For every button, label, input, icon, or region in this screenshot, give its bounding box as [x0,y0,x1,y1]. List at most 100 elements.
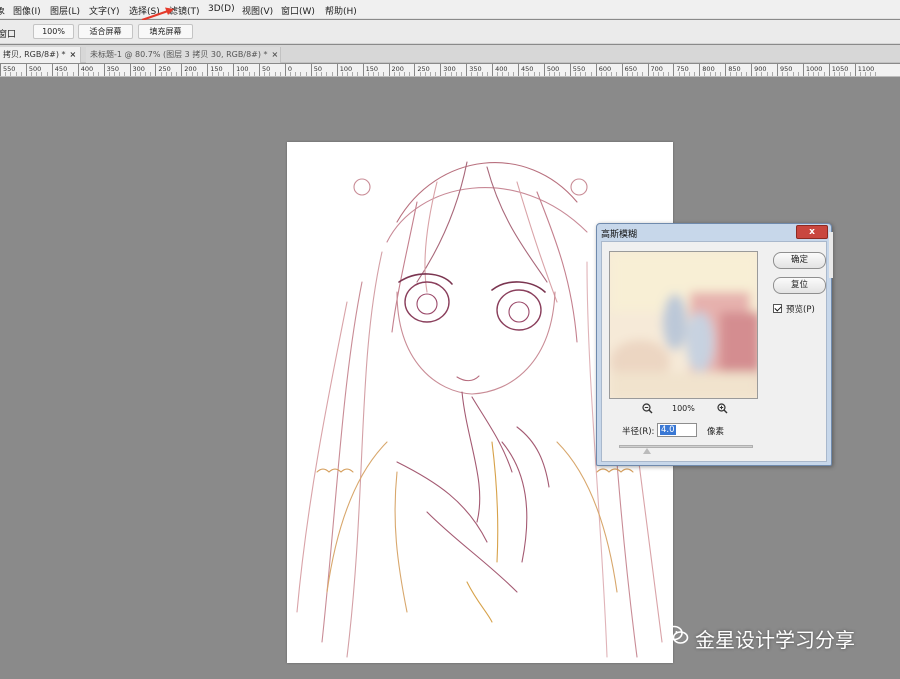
ruler-tick: 400 [492,64,508,76]
zoom-100-button[interactable]: 100% [33,24,74,39]
ruler-minor-tick [243,72,245,76]
menu-item-view[interactable]: 视图(V) [242,4,273,17]
ruler-minor-tick [823,72,825,76]
blur-preview-image [610,252,757,398]
blur-preview[interactable] [609,251,758,399]
ruler-minor-tick [119,72,121,76]
ruler-minor-tick [652,72,654,76]
ruler-tick: 450 [51,64,67,76]
ruler-tick: 200 [181,64,197,76]
ruler-minor-tick [20,72,22,76]
dialog-close-button[interactable]: x [796,225,828,239]
gaussian-blur-dialog: 高斯模糊 x 100% 半径(R): 4.0 像素 确定 复位 预览(P) [596,223,832,466]
ruler-tick: 250 [414,64,430,76]
radius-input[interactable]: 4.0 [657,423,697,437]
menu-item-window[interactable]: 窗口(W) [281,4,315,17]
ruler-minor-tick [787,72,789,76]
ruler-minor-tick [165,72,167,76]
ruler-minor-tick [202,72,204,76]
ruler-minor-tick [694,72,696,76]
ruler-minor-tick [419,72,421,76]
ruler-minor-tick [341,72,343,76]
ruler-minor-tick [771,72,773,76]
ruler-minor-tick [585,72,587,76]
ruler-minor-tick [870,72,872,76]
ruler-tick: 950 [777,64,792,76]
ruler-minor-tick [409,72,411,76]
ruler-minor-tick [813,72,815,76]
tab-close-icon[interactable]: × [272,50,279,59]
ruler-tick: 850 [725,64,741,76]
ruler-minor-tick [574,72,576,76]
ruler-minor-tick [445,72,447,76]
ruler-minor-tick [196,72,198,76]
menu-item-layer[interactable]: 图层(L) [50,4,80,17]
ruler-minor-tick [528,72,530,76]
ruler-minor-tick [253,72,255,76]
zoom-out-icon[interactable] [642,403,653,414]
menu-item-help[interactable]: 帮助(H) [325,4,357,17]
ruler-tick: 1100 [854,64,874,76]
ruler-minor-tick [523,72,525,76]
document-tab-untitled[interactable]: 未标题-1 @ 80.7% (图层 3 拷贝 30, RGB/8#) * × [86,47,281,63]
ruler-minor-tick [782,72,784,76]
ruler-minor-tick [326,72,328,76]
ruler-minor-tick [367,72,369,76]
document-tab-active[interactable]: 拷贝, RGB/8#) * × [0,47,81,63]
ruler-minor-tick [471,72,473,76]
radius-slider-track[interactable] [619,445,753,448]
ruler-tick: 500 [543,64,559,76]
ruler-tick: 350 [466,64,482,76]
ruler-tick: 600 [595,64,611,76]
ruler-minor-tick [435,72,437,76]
radius-slider-thumb[interactable] [643,448,651,454]
ruler-minor-tick [82,72,84,76]
fit-screen-button[interactable]: 适合屏幕 [78,24,133,39]
ruler-minor-tick [212,72,214,76]
ruler-minor-tick [88,72,90,76]
menu-item-type[interactable]: 文字(Y) [89,4,120,17]
ruler-minor-tick [248,72,250,76]
ruler-tick: 450 [518,64,533,76]
radius-label: 半径(R): [622,427,655,437]
menu-item-image[interactable]: 图像(I) [13,4,41,17]
zoom-in-icon[interactable] [717,403,728,414]
ruler-minor-tick [626,72,628,76]
ruler-minor-tick [580,72,582,76]
menu-item-3d[interactable]: 3D(D) [208,4,235,14]
horizontal-ruler[interactable]: 550 500 450 400 350 300 250 200 150 100 50 0 50 100 15… [0,64,900,77]
ruler-minor-tick [714,72,716,76]
ok-button[interactable]: 确定 [773,252,826,269]
tab-close-icon[interactable]: × [69,50,76,59]
ruler-tick: 150 [362,64,378,76]
ruler-minor-tick [849,72,851,76]
ruler-minor-tick [352,72,354,76]
ruler-minor-tick [139,72,141,76]
fill-screen-button[interactable]: 填充屏幕 [138,24,193,39]
ruler-minor-tick [704,72,706,76]
ruler-minor-tick [507,72,509,76]
ruler-minor-tick [865,72,867,76]
ruler-minor-tick [450,72,452,76]
ruler-minor-tick [170,72,172,76]
reset-button[interactable]: 复位 [773,277,826,294]
menu-item-partial[interactable]: 象 [0,4,5,17]
ruler-minor-tick [10,72,12,76]
ruler-minor-tick [486,72,488,76]
ruler-tick: 200 [388,64,404,76]
tab-label: 拷贝, RGB/8#) * [3,50,66,59]
ruler-minor-tick [238,72,240,76]
ruler-minor-tick [393,72,395,76]
ruler-minor-tick [663,72,665,76]
ruler-minor-tick [761,72,763,76]
ruler-minor-tick [315,72,317,76]
preview-checkbox[interactable]: 预览(P) [773,303,815,315]
ruler-minor-tick [818,72,820,76]
ruler-minor-tick [564,72,566,76]
ruler-minor-tick [46,72,48,76]
ruler-minor-tick [300,72,302,76]
ruler-minor-tick [305,72,307,76]
preview-checkbox-box[interactable] [773,304,782,313]
dialog-body: 100% 半径(R): 4.0 像素 确定 复位 预览(P) [601,241,827,462]
ruler-tick: 550 [0,64,15,76]
